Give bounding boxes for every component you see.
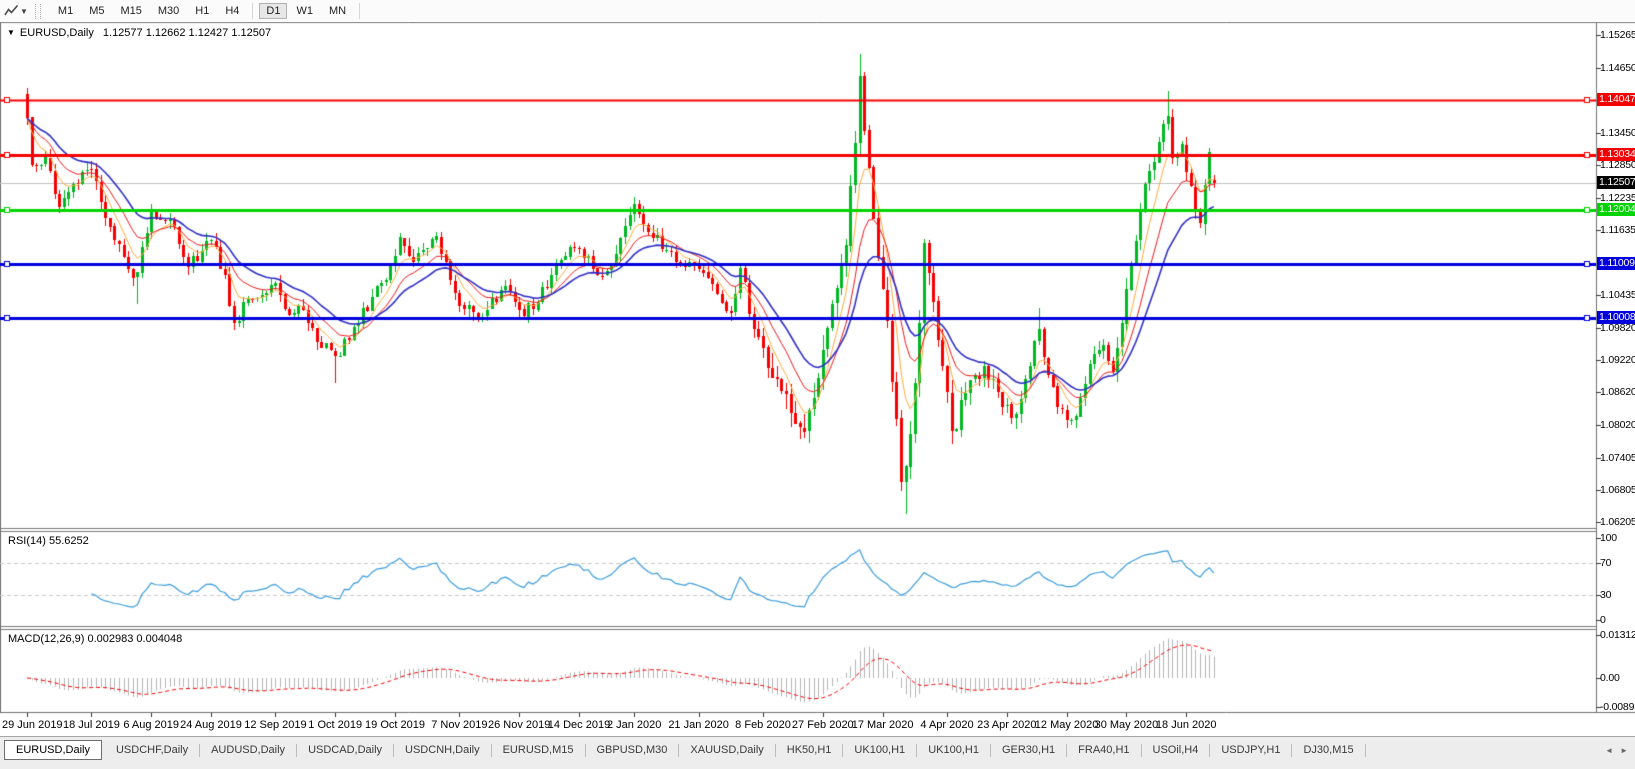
timeframe-button-mn[interactable]: MN [322,3,353,19]
chart-tabs: EURUSD,Daily USDCHF,Daily AUDUSD,Daily USDC… [0,737,1635,763]
price-axis-tick: 1.12235 [1600,191,1635,204]
tab-scroll-nav: ◄ ► [1605,746,1628,755]
price-axis-tick: 1.14650 [1600,62,1635,75]
rsi-label: RSI(14) 55.6252 [8,535,89,547]
timeframe-button-h4[interactable]: H4 [218,3,246,19]
timeframe-button-m1[interactable]: M1 [51,3,80,19]
timeframe-button-m30[interactable]: M30 [151,3,186,19]
chart-tab-ger30-h1[interactable]: GER30,H1 [991,740,1066,760]
price-axis-tick: 1.15265 [1600,29,1635,41]
chart-tab-uk100-h1[interactable]: UK100,H1 [843,740,916,760]
timeframe-button-h1[interactable]: H1 [188,3,216,19]
macd-axis-tick: 0.013121 [1600,628,1635,641]
chart-tab-usdcad-daily[interactable]: USDCAD,Daily [297,740,393,760]
level-price-badge: 1.12004 [1597,203,1635,217]
chart-tab-eurusd-m15[interactable]: EURUSD,M15 [492,740,585,760]
chart-tab-fra40-h1[interactable]: FRA40,H1 [1067,740,1140,760]
rsi-axis-tick: 70 [1600,556,1612,569]
date-axis-label: 17 Mar 2020 [851,719,914,731]
level-price-badge: 1.13034 [1597,147,1635,161]
macd-axis-tick: -0.00893 [1600,701,1635,714]
chart-tab-usdchf-daily[interactable]: USDCHF,Daily [105,740,199,760]
tab-scroll-left-icon[interactable]: ◄ [1605,746,1613,755]
tab-separator [1364,743,1366,757]
date-axis-label: 26 Nov 2019 [487,719,551,731]
date-axis-label: 12 Sep 2019 [244,719,307,731]
level-price-badge: 1.11009 [1597,256,1635,270]
date-axis-label: 8 Feb 2020 [735,719,791,731]
level-price-badge: 1.14047 [1597,93,1635,107]
date-axis-label: 14 Dec 2019 [547,719,611,731]
dropdown-caret-icon[interactable]: ▼ [20,7,28,16]
timeframe-button-m5[interactable]: M5 [82,3,111,19]
chart-tab-hk50-h1[interactable]: HK50,H1 [776,740,843,760]
timeframe-button-d1[interactable]: D1 [259,3,288,19]
chart-tab-uk100-h1[interactable]: UK100,H1 [917,740,990,760]
price-axis-tick: 1.11635 [1600,224,1635,237]
toolbar-grip [34,3,41,19]
price-axis-tick: 1.13450 [1600,126,1635,139]
toolbar-separator [252,3,254,19]
chart-overlay: ▼ EURUSD,Daily 1.12577 1.12662 1.12427 1.1… [0,0,1635,769]
chart-tab-usdjpy-h1[interactable]: USDJPY,H1 [1210,740,1291,760]
date-axis-label: 19 Oct 2019 [365,719,425,731]
chart-tab-gbpusd-m30[interactable]: GBPUSD,M30 [586,740,679,760]
chart-tab-audusd-daily[interactable]: AUDUSD,Daily [200,740,296,760]
symbol-dropdown-icon[interactable]: ▼ [7,28,15,37]
rsi-axis-tick: 0 [1600,614,1606,626]
price-axis-tick: 1.06805 [1600,483,1635,496]
chart-tab-usdcnh-daily[interactable]: USDCNH,Daily [394,740,491,760]
tab-scroll-right-icon[interactable]: ► [1620,746,1628,755]
price-axis-tick: 1.07405 [1600,451,1635,464]
date-axis-label: 12 May 2020 [1034,719,1099,731]
date-axis-label: 7 Nov 2019 [431,719,488,731]
chart-tab-bar: EURUSD,Daily USDCHF,Daily AUDUSD,Daily USDC… [0,736,1635,769]
chart-line-tool-icon[interactable] [4,4,19,18]
chart-tab-usoil-h4[interactable]: USOil,H4 [1142,740,1210,760]
chart-tab-dj30-m15[interactable]: DJ30,M15 [1292,740,1364,760]
date-axis-label: 24 Aug 2019 [180,719,242,731]
rsi-axis-tick: 30 [1600,589,1612,602]
date-axis-label: 30 May 2020 [1094,719,1159,731]
price-axis-tick: 1.10435 [1600,288,1635,301]
chart-tab-xauusd-daily[interactable]: XAUUSD,Daily [679,740,774,760]
chart-tab-eurusd-daily[interactable]: EURUSD,Daily [4,740,102,760]
date-axis-label: 2 Jan 2020 [606,719,662,731]
chart-ohlc-values: 1.12577 1.12662 1.12427 1.12507 [102,27,272,39]
date-axis-label: 23 Apr 2020 [977,719,1037,731]
price-axis-tick: 1.08020 [1600,418,1635,431]
timeframe-toolbar: ▼ M1 M5 M15 M30 H1 H4 D1 W1 MN [0,0,1635,22]
rsi-axis-tick: 100 [1600,532,1617,544]
macd-axis-tick: 0.00 [1600,672,1620,684]
date-axis-label: 1 Oct 2019 [308,719,363,731]
toolbar-separator [359,3,361,19]
date-axis-label: 18 Jul 2019 [62,719,120,731]
date-axis-label: 4 Apr 2020 [920,719,974,731]
macd-label: MACD(12,26,9) 0.002983 0.004048 [8,633,183,645]
current-price-badge: 1.12507 [1597,176,1635,190]
date-axis-label: 27 Feb 2020 [791,719,854,731]
price-axis-tick: 1.06205 [1600,516,1635,529]
trading-app-window: ▼ M1 M5 M15 M30 H1 H4 D1 W1 MN ▼ EURUSD,Daily 1.12… [0,0,1635,769]
timeframe-button-w1[interactable]: W1 [289,3,320,19]
date-axis-label: 6 Aug 2019 [123,719,180,731]
date-axis-label: 18 Jun 2020 [1155,719,1217,731]
date-axis-label: 29 Jun 2019 [2,719,63,731]
chart-symbol-period: EURUSD,Daily [19,27,94,39]
date-axis-label: 21 Jan 2020 [668,719,729,731]
price-axis-tick: 1.08620 [1600,386,1635,399]
level-price-badge: 1.10008 [1597,310,1635,324]
timeframe-buttons: M1 M5 M15 M30 H1 H4 D1 W1 MN [50,0,365,22]
price-axis-tick: 1.09220 [1600,354,1635,366]
timeframe-button-m15[interactable]: M15 [113,3,148,19]
chart-title: ▼ EURUSD,Daily 1.12577 1.12662 1.12427 1.1… [7,27,271,39]
